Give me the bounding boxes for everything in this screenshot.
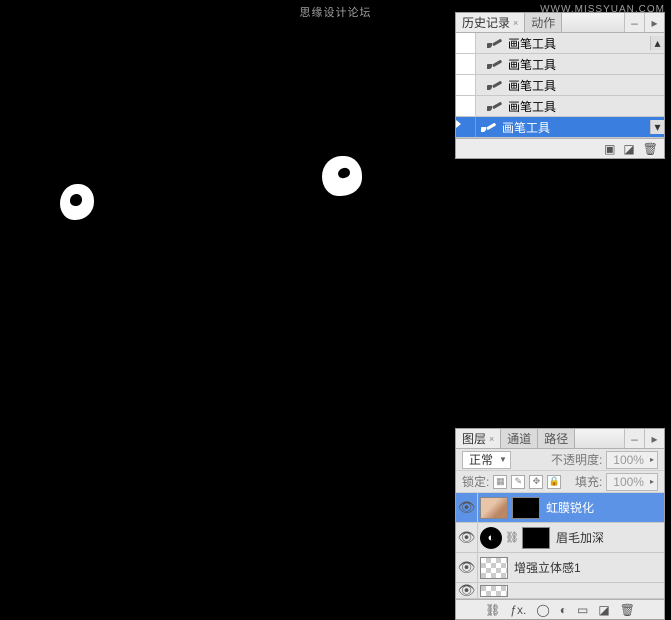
layer-row[interactable]: 👁 虹膜锐化: [456, 493, 664, 523]
history-source-toggle[interactable]: [456, 96, 476, 116]
header-spacer: [562, 13, 624, 32]
history-item-label: 画笔工具: [502, 119, 650, 136]
lock-transparency-icon[interactable]: ▦: [493, 475, 507, 489]
brush-stroke-2: [322, 156, 362, 196]
chevron-down-icon: ▼: [499, 455, 507, 464]
lock-position-icon[interactable]: ✥: [529, 475, 543, 489]
snapshot-icon[interactable]: ◪: [623, 142, 634, 156]
tab-actions[interactable]: 动作: [525, 13, 562, 32]
history-panel: 历史记录 × 动作 – ▸ 画笔工具 ▴ 画笔工具 画笔工具 画笔: [455, 12, 665, 159]
layer-row[interactable]: 👁 ◐ ⛓ 眉毛加深: [456, 523, 664, 553]
delete-layer-icon[interactable]: 🗑: [620, 603, 635, 617]
close-icon[interactable]: ×: [513, 18, 518, 28]
history-source-toggle[interactable]: [456, 75, 476, 95]
delete-icon[interactable]: 🗑: [643, 142, 658, 156]
history-item-label: 画笔工具: [508, 77, 664, 94]
adjustment-layer-icon[interactable]: ◐: [560, 603, 567, 617]
history-source-toggle[interactable]: [456, 117, 476, 137]
opacity-value: 100%: [613, 453, 644, 467]
blend-opacity-row: 正常 ▼ 不透明度: 100% ▸: [456, 449, 664, 471]
layers-panel-header: 图层 × 通道 路径 – ▸: [456, 429, 664, 449]
visibility-toggle[interactable]: 👁: [456, 583, 478, 599]
link-layers-icon[interactable]: ⛓: [485, 603, 500, 617]
menu-icon[interactable]: ▸: [644, 429, 664, 448]
layer-thumbnail[interactable]: [480, 585, 508, 597]
history-item[interactable]: 画笔工具: [456, 54, 664, 75]
tab-paths[interactable]: 路径: [538, 429, 575, 448]
tab-layers-label: 图层: [462, 430, 486, 447]
brush-stroke-1: [60, 184, 94, 220]
tab-paths-label: 路径: [544, 430, 568, 447]
layers-panel: 图层 × 通道 路径 – ▸ 正常 ▼ 不透明度: 100% ▸ 锁定: ▦: [455, 428, 665, 620]
layer-thumbnail[interactable]: [480, 497, 508, 519]
link-icon: ⛓: [504, 531, 520, 544]
layer-name[interactable]: 虹膜锐化: [542, 499, 664, 516]
tab-channels[interactable]: 通道: [501, 429, 538, 448]
blend-mode-value: 正常: [469, 451, 493, 468]
group-icon[interactable]: ▭: [577, 603, 588, 617]
layer-row[interactable]: 👁 增强立体感1: [456, 553, 664, 583]
brush-icon: [480, 120, 498, 134]
layer-name[interactable]: 眉毛加深: [552, 529, 664, 546]
fill-label: 填充:: [575, 473, 602, 490]
layer-name[interactable]: 增强立体感1: [510, 559, 664, 576]
watermark-text: 思缘设计论坛: [300, 4, 372, 20]
opacity-input[interactable]: 100% ▸: [606, 451, 658, 469]
history-item-label: 画笔工具: [508, 56, 664, 73]
tab-history-label: 历史记录: [462, 14, 510, 31]
history-source-toggle[interactable]: [456, 54, 476, 74]
opacity-label: 不透明度:: [551, 451, 602, 468]
visibility-toggle[interactable]: 👁: [456, 523, 478, 553]
current-marker-icon: [456, 120, 461, 128]
layer-thumbnail[interactable]: [480, 557, 508, 579]
tab-channels-label: 通道: [507, 430, 531, 447]
history-item[interactable]: 画笔工具: [456, 96, 664, 117]
visibility-toggle[interactable]: 👁: [456, 553, 478, 583]
layer-mask-thumbnail[interactable]: [512, 497, 540, 519]
layers-footer: ⛓ ƒx. ◯ ◐ ▭ ◪ 🗑: [456, 599, 664, 619]
history-item-label: 画笔工具: [508, 35, 650, 52]
history-footer: ▣ ◪ 🗑: [456, 138, 664, 158]
minimize-icon[interactable]: –: [624, 429, 644, 448]
chevron-right-icon: ▸: [650, 477, 654, 486]
tab-actions-label: 动作: [531, 14, 555, 31]
history-panel-header: 历史记录 × 动作 – ▸: [456, 13, 664, 33]
tab-history[interactable]: 历史记录 ×: [456, 13, 525, 32]
layer-mask-icon[interactable]: ◯: [536, 603, 549, 617]
menu-icon[interactable]: ▸: [644, 13, 664, 32]
brush-icon: [486, 78, 504, 92]
lock-paint-icon[interactable]: ✎: [511, 475, 525, 489]
layer-row-partial[interactable]: 👁: [456, 583, 664, 599]
history-list: 画笔工具 ▴ 画笔工具 画笔工具 画笔工具 画笔工具 ▾: [456, 33, 664, 138]
visibility-toggle[interactable]: 👁: [456, 493, 478, 523]
layer-style-icon[interactable]: ƒx.: [510, 603, 526, 617]
layers-body: 正常 ▼ 不透明度: 100% ▸ 锁定: ▦ ✎ ✥ 🔒 填充: 100% ▸: [456, 449, 664, 599]
chevron-right-icon: ▸: [650, 455, 654, 464]
smart-object-icon[interactable]: ◐: [480, 527, 502, 549]
brush-icon: [486, 36, 504, 50]
history-item-current[interactable]: 画笔工具 ▾: [456, 117, 664, 138]
header-spacer: [575, 429, 624, 448]
scrollbar-up[interactable]: ▴: [650, 36, 664, 50]
history-item-label: 画笔工具: [508, 98, 664, 115]
close-icon[interactable]: ×: [489, 434, 494, 444]
minimize-icon[interactable]: –: [624, 13, 644, 32]
blend-mode-dropdown[interactable]: 正常 ▼: [462, 451, 511, 469]
new-layer-icon[interactable]: ◪: [598, 603, 609, 617]
tab-layers[interactable]: 图层 ×: [456, 429, 501, 448]
brush-icon: [486, 99, 504, 113]
history-item[interactable]: 画笔工具: [456, 75, 664, 96]
fill-input[interactable]: 100% ▸: [606, 473, 658, 491]
history-source-toggle[interactable]: [456, 33, 476, 53]
create-document-icon[interactable]: ▣: [604, 142, 615, 156]
lock-label: 锁定:: [462, 473, 489, 490]
scrollbar-down[interactable]: ▾: [650, 120, 664, 134]
history-item[interactable]: 画笔工具 ▴: [456, 33, 664, 54]
layer-mask-thumbnail[interactable]: [522, 527, 550, 549]
brush-icon: [486, 57, 504, 71]
lock-fill-row: 锁定: ▦ ✎ ✥ 🔒 填充: 100% ▸: [456, 471, 664, 493]
lock-all-icon[interactable]: 🔒: [547, 475, 561, 489]
fill-value: 100%: [613, 475, 644, 489]
